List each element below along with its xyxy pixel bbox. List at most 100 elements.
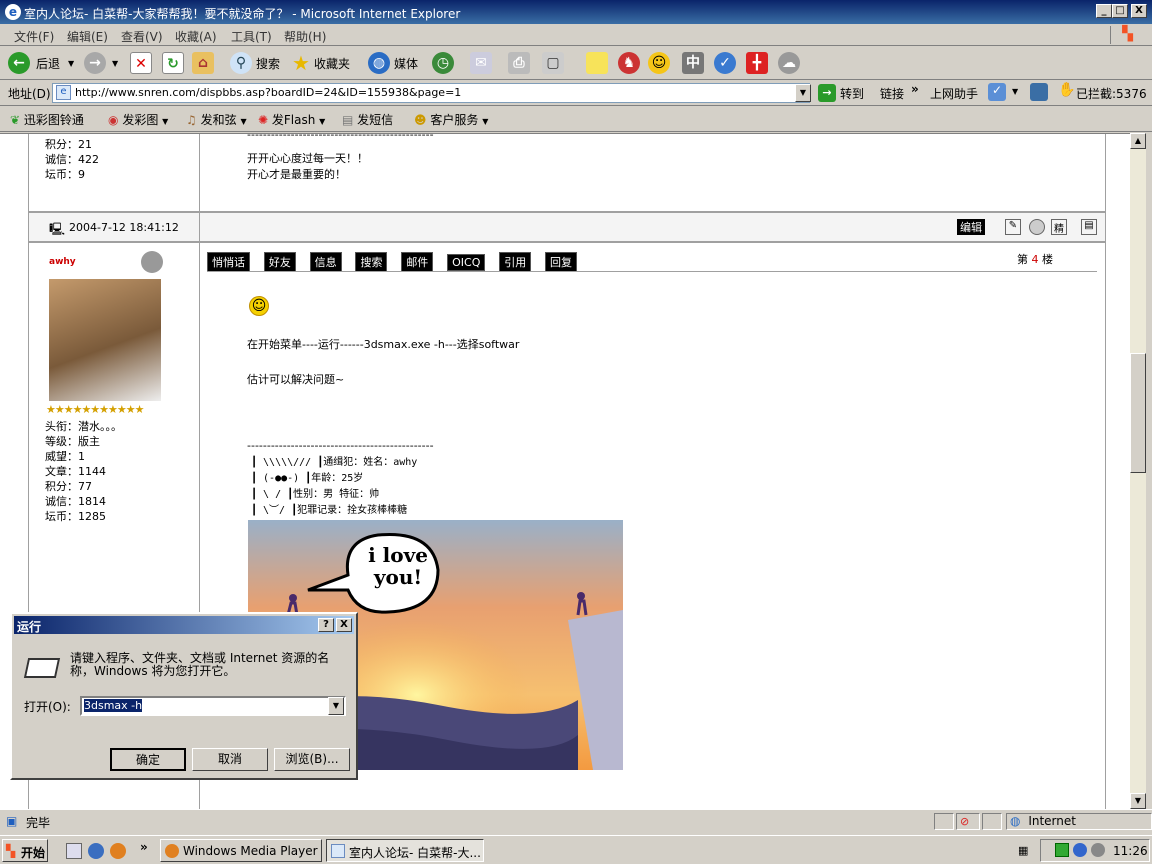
clock[interactable]: 11:26	[1113, 844, 1148, 858]
links-label[interactable]: 链接	[880, 85, 904, 102]
tray-network-icon[interactable]	[1073, 843, 1087, 857]
run-dialog-title[interactable]: 运行	[14, 616, 354, 634]
red-tool-button[interactable]: ╋	[746, 50, 768, 76]
forward-button[interactable]: → ▼	[84, 50, 118, 76]
chevron-right-icon[interactable]: »	[140, 840, 148, 854]
title-bar[interactable]: e 室内人论坛- 白菜帮-大家帮帮我！要不就没命了？ - Microsoft I…	[0, 0, 1152, 24]
delete-icon[interactable]: ✎	[1005, 219, 1021, 235]
ok-button[interactable]: 确定	[110, 748, 186, 771]
page-icon: e	[56, 85, 71, 100]
close-button[interactable]: X	[336, 618, 352, 632]
notes-button[interactable]	[586, 50, 608, 76]
mail-button[interactable]: ✉	[470, 50, 492, 76]
chevron-down-icon[interactable]: ▼	[112, 59, 118, 68]
scroll-down-button[interactable]: ▼	[1130, 793, 1146, 809]
menu-tools[interactable]: 工具(T)	[231, 28, 272, 45]
post-date: 2004-7-12 18:41:12	[69, 221, 179, 234]
helper-tool-icon[interactable]	[1030, 83, 1048, 101]
post-body-line: 在开始菜单----运行------3dsmax.exe -h---选择softw…	[247, 338, 520, 351]
link-hexian[interactable]: ♫ 发和弦 ▼	[186, 111, 247, 128]
task-media-player[interactable]: Windows Media Player	[160, 839, 322, 862]
start-button[interactable]: ▚ 开始	[2, 839, 48, 862]
discuss-button[interactable]: ☁	[778, 50, 800, 76]
link-caitu[interactable]: ◉ 发彩图 ▼	[108, 111, 168, 128]
back-button[interactable]: ← 后退 ▼	[8, 50, 74, 76]
search-button[interactable]: ⚲ 搜索	[230, 50, 280, 76]
scroll-thumb[interactable]	[1130, 353, 1146, 473]
menu-file[interactable]: 文件(F)	[14, 28, 54, 45]
post-username[interactable]: awhy	[49, 257, 76, 267]
eye-icon: ◉	[108, 113, 119, 127]
search-button[interactable]: 搜索	[355, 252, 388, 272]
run-input[interactable]: 3dsmax -h	[80, 696, 346, 716]
ie-icon: e	[5, 4, 21, 20]
reply-button[interactable]: 回复	[545, 252, 578, 272]
essence-icon[interactable]: 精	[1051, 219, 1067, 235]
menu-edit[interactable]: 编辑(E)	[67, 28, 108, 45]
print-button[interactable]: ⎙	[508, 50, 530, 76]
chevron-down-icon[interactable]: ▼	[1012, 87, 1018, 96]
chevron-right-icon[interactable]: »	[911, 82, 919, 96]
link-sms[interactable]: ▤ 发短信	[342, 111, 393, 128]
help-button[interactable]: ?	[318, 618, 334, 632]
maximize-button[interactable]: □	[1112, 4, 1128, 18]
helper-check-icon[interactable]: ✓	[988, 83, 1006, 101]
run-dropdown[interactable]: ▼	[328, 697, 344, 715]
address-label: 地址(D)	[8, 87, 51, 101]
run-dialog: 运行 ? X 请键入程序、文件夹、文档或 Internet 资源的名称，Wind…	[10, 612, 358, 780]
copy-icon[interactable]: ▤	[1081, 219, 1097, 235]
tray-app-icon[interactable]	[1055, 843, 1069, 857]
edit-page-button[interactable]: ▢	[542, 50, 564, 76]
history-button[interactable]: ◷	[432, 50, 454, 76]
home-button[interactable]: ⌂	[192, 50, 214, 76]
blocked-count[interactable]: 已拦截:5376	[1076, 85, 1147, 102]
oicq-button[interactable]: OICQ	[447, 254, 486, 271]
ie-quicklaunch-icon[interactable]	[88, 843, 104, 859]
popup-blocked-icon[interactable]: ⊘	[956, 813, 980, 830]
quote-button[interactable]: 引用	[499, 252, 532, 272]
link-service[interactable]: ☻ 客户服务 ▼	[414, 111, 488, 128]
search-icon: ⚲	[230, 52, 252, 74]
show-desktop-icon[interactable]	[66, 843, 82, 859]
go-button[interactable]: → 转到	[818, 84, 864, 102]
info-button[interactable]: 信息	[309, 252, 342, 272]
media-button[interactable]: ◍ 媒体	[368, 50, 418, 76]
stop-button[interactable]: ✕	[130, 50, 152, 76]
chevron-down-icon[interactable]: ▼	[68, 59, 74, 68]
browse-button[interactable]: 浏览(B)...	[274, 748, 350, 771]
helper-button[interactable]: 上网助手	[930, 85, 978, 102]
friend-button[interactable]: 好友	[263, 252, 296, 272]
media-player-quicklaunch-icon[interactable]	[110, 843, 126, 859]
flash-icon: ✺	[258, 113, 269, 127]
link-flash[interactable]: ✺ 发Flash ▼	[258, 111, 325, 128]
link-cailing[interactable]: ❦ 迅彩图铃通	[10, 111, 84, 128]
tool-button[interactable]: ✓	[714, 50, 736, 76]
close-button[interactable]: X	[1131, 4, 1147, 18]
post-actions: 悄悄话 好友 信息 搜索 邮件 OICQ 引用 回复	[207, 252, 587, 272]
mail-button[interactable]: 邮件	[401, 252, 434, 272]
vertical-scrollbar[interactable]: ▲ ▼	[1130, 133, 1146, 809]
favorites-button[interactable]: ★ 收藏夹	[292, 50, 350, 76]
move-icon[interactable]	[1029, 219, 1045, 235]
print-icon: ⎙	[508, 52, 530, 74]
address-input[interactable]: e http://www.snren.com/dispbbs.asp?board…	[52, 83, 810, 103]
speech-bubble-text: i love you!	[368, 543, 428, 589]
post-date-bar: 🖳 2004-7-12 18:41:12 编辑 ✎ 精 ▤	[28, 212, 1106, 243]
address-dropdown[interactable]: ▼	[795, 84, 811, 102]
task-ie-window[interactable]: 室内人论坛- 白菜帮-大...	[326, 839, 484, 862]
scroll-up-button[interactable]: ▲	[1130, 133, 1146, 149]
keyboard-icon[interactable]: ▦	[1018, 844, 1028, 857]
edit-button[interactable]: 编辑	[957, 219, 985, 235]
china-button[interactable]: 中	[682, 50, 704, 76]
whisper-button[interactable]: 悄悄话	[207, 252, 250, 272]
edit-page-icon: ▢	[542, 52, 564, 74]
menu-help[interactable]: 帮助(H)	[284, 28, 326, 45]
menu-view[interactable]: 查看(V)	[121, 28, 163, 45]
cancel-button[interactable]: 取消	[192, 748, 268, 771]
refresh-button[interactable]: ↻	[162, 50, 184, 76]
tray-volume-icon[interactable]	[1091, 843, 1105, 857]
menu-favorites[interactable]: 收藏(A)	[175, 28, 217, 45]
messenger-button[interactable]: ♞	[618, 50, 640, 76]
smiley-button[interactable]: ☺	[648, 50, 670, 76]
minimize-button[interactable]: _	[1096, 4, 1112, 18]
